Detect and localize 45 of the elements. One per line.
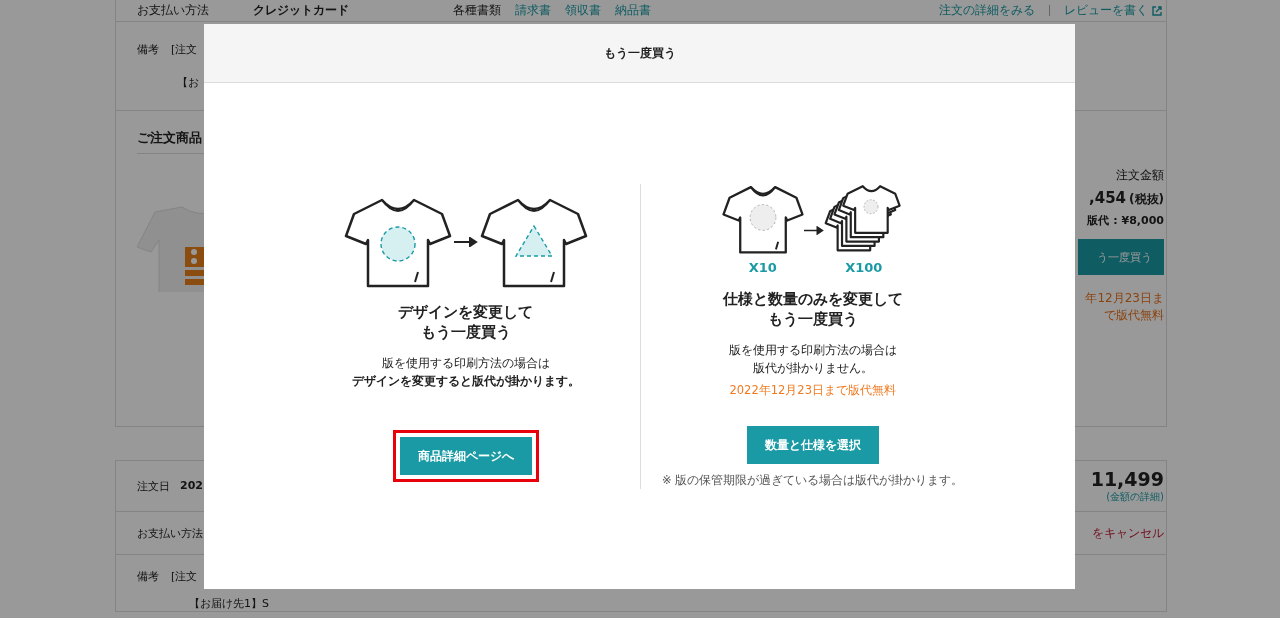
option-description: 版代が掛かりません。 xyxy=(751,360,874,377)
document-link[interactable]: 領収書 xyxy=(565,2,601,19)
tax-note: (税抜) xyxy=(1129,191,1164,208)
product-detail-button[interactable]: 商品詳細ページへ xyxy=(399,437,532,475)
option-heading: もう一度買う xyxy=(419,322,512,342)
field-label: 各種書類 xyxy=(453,2,501,19)
arrow-icon xyxy=(803,226,824,235)
modal-title: もう一度買う xyxy=(603,44,676,62)
review-link[interactable]: レビューを書く xyxy=(1064,2,1148,19)
option-description: 版を使用する印刷方法の場合は xyxy=(728,342,897,359)
order-date: 202 xyxy=(180,478,203,494)
cancel-link[interactable]: をキャンセル xyxy=(1092,524,1164,542)
memo-text: [注文 xyxy=(171,569,198,584)
payment-value: クレジットカード xyxy=(253,2,349,19)
field-label: 注文日 xyxy=(137,478,170,494)
quantity-label: X10 xyxy=(748,260,777,275)
option-heading: 仕様と数量のみを変更して xyxy=(722,289,903,309)
address-text: 【お届け先1】S xyxy=(189,596,269,611)
option-description: デザインを変更すると版代が掛かります。 xyxy=(351,373,580,390)
total-amount: 11,499 xyxy=(1090,468,1164,490)
footnote: ※ 版の保管期限が過ぎている場合は版代が掛かります。 xyxy=(662,473,964,488)
amount-value: ,454 xyxy=(1089,189,1127,207)
free-note: 年12月23日ま xyxy=(1085,290,1164,307)
buy-again-button[interactable]: う一度買う xyxy=(1078,239,1164,275)
field-label: お支払い方法 xyxy=(137,525,203,541)
field-label: 備考 xyxy=(137,42,159,57)
field-label: お支払い方法 xyxy=(137,2,209,19)
external-link-icon xyxy=(1152,5,1162,16)
quantity-label: X100 xyxy=(845,260,883,275)
order-detail-link[interactable]: 注文の詳細をみる xyxy=(939,2,1035,19)
option-heading: もう一度買う xyxy=(766,309,859,329)
document-link[interactable]: 納品書 xyxy=(615,2,651,19)
amount-label: 注文金額 xyxy=(1116,167,1164,184)
amount-detail-link[interactable]: (金額の詳細) xyxy=(1106,490,1164,504)
arrow-icon xyxy=(453,237,478,247)
memo-text: [注文 xyxy=(171,42,198,57)
option-description: 版を使用する印刷方法の場合は xyxy=(380,355,551,372)
free-notice: 2022年12月23日まで版代無料 xyxy=(729,383,896,398)
plate-fee: 版代 : ¥8,000 xyxy=(1087,213,1164,228)
option-heading: デザインを変更して xyxy=(398,302,534,322)
document-link[interactable]: 請求書 xyxy=(515,2,551,19)
select-options-button[interactable]: 数量と仕様を選択 xyxy=(746,426,879,464)
free-note: で版代無料 xyxy=(1104,307,1164,324)
field-label: 備考 xyxy=(137,569,159,584)
address-text: 【お xyxy=(177,75,199,90)
